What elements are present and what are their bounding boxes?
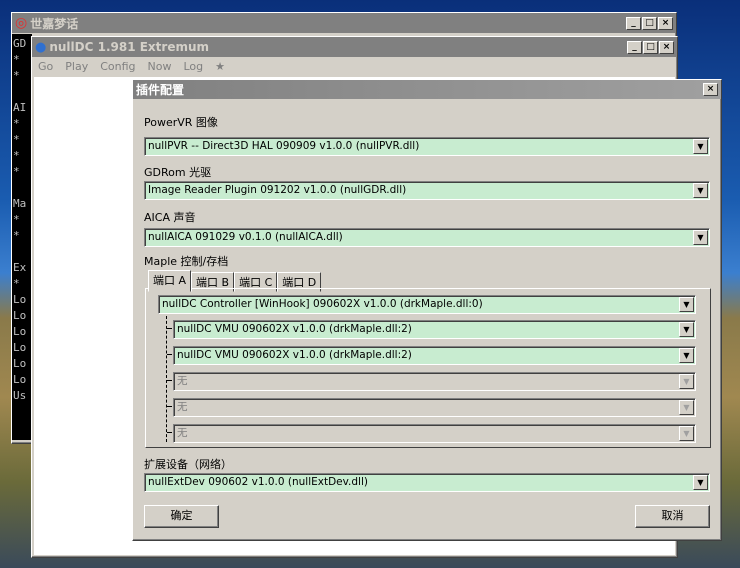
close-button[interactable]: × — [703, 83, 718, 96]
chevron-down-icon[interactable]: ▼ — [679, 322, 694, 337]
maximize-button[interactable]: □ — [642, 16, 657, 30]
maximize-button[interactable]: □ — [643, 40, 658, 54]
console-line: Us — [13, 389, 27, 402]
chevron-down-icon[interactable]: ▼ — [679, 374, 694, 389]
menu-now[interactable]: Now — [142, 60, 178, 73]
console-line: * — [13, 53, 20, 66]
console-line: * — [13, 277, 20, 290]
plugin-config-dialog: 插件配置 × PowerVR 图像 nullPVR -- Direct3D HA… — [132, 79, 722, 541]
console-line: * — [13, 213, 20, 226]
ext-select[interactable]: nullExtDev 090602 v1.0.0 (nullExtDev.dll… — [144, 473, 710, 492]
console-line: * — [13, 165, 20, 178]
console-line: Ma — [13, 197, 27, 210]
aica-value: nullAICA 091029 v0.1.0 (nullAICA.dll) — [148, 231, 343, 243]
console-line: * — [13, 133, 20, 146]
chevron-down-icon[interactable]: ▼ — [679, 348, 694, 363]
controller-value: nullDC Controller [WinHook] 090602X v1.0… — [162, 298, 483, 310]
pvr-label: PowerVR 图像 — [144, 116, 218, 129]
menu-log[interactable]: Log — [177, 60, 209, 73]
menu-star-icon[interactable]: ★ — [209, 60, 231, 73]
aica-label: AICA 声音 — [144, 211, 196, 224]
console-line: Lo — [13, 309, 27, 322]
maple-label: Maple 控制/存档 — [144, 255, 229, 268]
nulldc-logo-icon: ● — [35, 39, 47, 55]
sub-slot-1[interactable]: nullDC VMU 090602X v1.0.0 (drkMaple.dll:… — [173, 320, 696, 339]
nulldc-title: nullDC 1.981 Extremum — [49, 40, 210, 54]
menu-go[interactable]: Go — [32, 60, 59, 73]
sub-slot-4[interactable]: 无 ▼ — [173, 398, 696, 417]
tab-port-a[interactable]: 端口 A — [148, 270, 192, 292]
cancel-button[interactable]: 取消 — [635, 505, 710, 528]
gdr-select[interactable]: Image Reader Plugin 091202 v1.0.0 (nullG… — [144, 181, 710, 200]
ext-label: 扩展设备（网络） — [144, 458, 232, 471]
console-line: GD — [13, 37, 27, 50]
gdr-value: Image Reader Plugin 091202 v1.0.0 (nullG… — [148, 184, 407, 196]
console-line: Lo — [13, 357, 27, 370]
console-line: * — [13, 149, 20, 162]
sub-slot-3[interactable]: 无 ▼ — [173, 372, 696, 391]
close-button[interactable]: × — [658, 16, 673, 30]
chevron-down-icon[interactable]: ▼ — [693, 230, 708, 245]
pvr-select[interactable]: nullPVR -- Direct3D HAL 090909 v1.0.0 (n… — [144, 137, 710, 156]
pvr-value: nullPVR -- Direct3D HAL 090909 v1.0.0 (n… — [148, 140, 420, 152]
console-line: Ex — [13, 261, 27, 274]
console-line: Lo — [13, 373, 27, 386]
console-output: GD * * AI * * * * Ma * * Ex * Lo Lo Lo Lo Lo Lo Us — [12, 34, 32, 440]
dreamcast-swirl-icon: ◎ — [15, 15, 28, 31]
ok-button[interactable]: 确定 — [144, 505, 219, 528]
console-line: Lo — [13, 293, 27, 306]
menu-config[interactable]: Config — [94, 60, 141, 73]
chevron-down-icon[interactable]: ▼ — [693, 139, 708, 154]
aica-select[interactable]: nullAICA 091029 v0.1.0 (nullAICA.dll) ▼ — [144, 228, 710, 247]
console-line: * — [13, 69, 20, 82]
dialog-titlebar[interactable]: 插件配置 × — [133, 80, 721, 99]
sub-slot-value: 无 — [177, 401, 188, 413]
ext-value: nullExtDev 090602 v1.0.0 (nullExtDev.dll… — [148, 476, 368, 488]
tree-line — [166, 316, 167, 442]
sub-slot-5[interactable]: 无 ▼ — [173, 424, 696, 443]
sub-slot-value: nullDC VMU 090602X v1.0.0 (drkMaple.dll:… — [177, 323, 412, 335]
console-line: AI — [13, 101, 27, 114]
close-button[interactable]: × — [659, 40, 674, 54]
console-line: Lo — [13, 325, 27, 338]
outer-titlebar[interactable]: ◎ 世嘉梦话 _ □ × — [12, 13, 676, 33]
gdr-label: GDRom 光驱 — [144, 166, 212, 179]
outer-title: 世嘉梦话 — [30, 16, 79, 31]
nulldc-titlebar[interactable]: ● nullDC 1.981 Extremum _ □ × — [32, 37, 677, 57]
chevron-down-icon[interactable]: ▼ — [679, 400, 694, 415]
sub-slot-value: 无 — [177, 375, 188, 387]
sub-slot-2[interactable]: nullDC VMU 090602X v1.0.0 (drkMaple.dll:… — [173, 346, 696, 365]
chevron-down-icon[interactable]: ▼ — [693, 183, 708, 198]
chevron-down-icon[interactable]: ▼ — [679, 297, 694, 312]
console-line: * — [13, 117, 20, 130]
console-line: * — [13, 229, 20, 242]
sub-slot-value: 无 — [177, 427, 188, 439]
menu-play[interactable]: Play — [59, 60, 94, 73]
port-panel: nullDC Controller [WinHook] 090602X v1.0… — [145, 288, 711, 448]
chevron-down-icon[interactable]: ▼ — [679, 426, 694, 441]
minimize-button[interactable]: _ — [627, 40, 642, 54]
console-line: Lo — [13, 341, 27, 354]
minimize-button[interactable]: _ — [626, 16, 641, 30]
chevron-down-icon[interactable]: ▼ — [693, 475, 708, 490]
sub-slot-value: nullDC VMU 090602X v1.0.0 (drkMaple.dll:… — [177, 349, 412, 361]
dialog-title: 插件配置 — [136, 83, 185, 97]
controller-select[interactable]: nullDC Controller [WinHook] 090602X v1.0… — [158, 295, 696, 314]
menu-bar: Go Play Config Now Log ★ — [32, 57, 677, 76]
